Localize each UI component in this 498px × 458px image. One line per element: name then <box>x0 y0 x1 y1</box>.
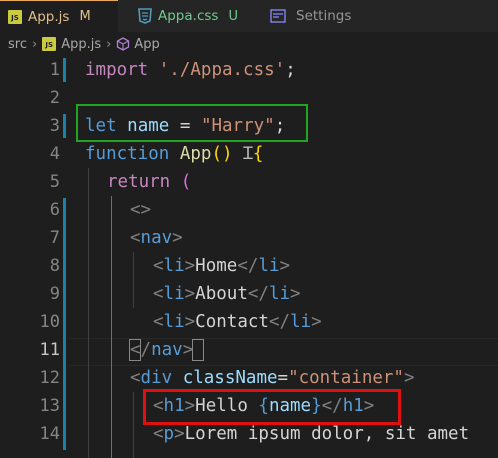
line-number: 8 <box>49 256 60 276</box>
line-number: 14 <box>39 424 60 444</box>
settings-icon <box>270 9 286 23</box>
js-file-icon: JS <box>8 9 22 24</box>
tag-name: p <box>163 424 175 444</box>
css-file-icon <box>138 8 152 24</box>
code-editor[interactable]: 1 import './Appa.css'; 2 3 let name = "H… <box>0 56 498 458</box>
tab-label: App.js <box>28 8 70 25</box>
js-file-icon: JS <box>42 37 57 51</box>
fragment-tag: <> <box>130 200 152 220</box>
code-line: 1 import './Appa.css'; <box>0 56 498 84</box>
component-icon <box>117 37 130 51</box>
code-line: 11 </nav> <box>0 336 498 364</box>
parens: () <box>211 144 233 164</box>
tag-bracket: < <box>153 256 164 276</box>
code-line: 4 function App() Ɪ{ <box>0 140 498 168</box>
tag-bracket: > <box>290 284 301 304</box>
chevron-right-icon: › <box>106 36 112 52</box>
code-line: 8 <li>Home</li> <box>0 252 498 280</box>
annotation-box-red <box>143 389 401 425</box>
line-number: 11 <box>39 340 60 360</box>
breadcrumb-folder[interactable]: src <box>8 37 27 52</box>
jsx-text: Home <box>195 256 238 276</box>
tag-name: nav <box>140 228 173 248</box>
tag-bracket: > <box>174 424 185 444</box>
tag-name: li <box>163 256 185 276</box>
tag-bracket: </ <box>268 312 291 332</box>
line-number: 2 <box>49 88 60 108</box>
function-name: App <box>179 144 212 164</box>
code-line: 5 return ( <box>0 168 498 196</box>
tag-bracket: < <box>130 228 141 248</box>
jsx-text: About <box>195 284 248 304</box>
tag-bracket: < <box>153 312 164 332</box>
operator: = <box>277 368 289 388</box>
line-number: 6 <box>49 200 60 220</box>
line-number: 9 <box>49 284 60 304</box>
tag-bracket: </ <box>130 340 152 360</box>
tab-app-js[interactable]: JS App.js M <box>0 0 118 32</box>
line-number: 1 <box>49 60 60 80</box>
jsx-text: Lorem ipsum dolor, sit amet <box>184 424 470 444</box>
tag-name: li <box>163 312 185 332</box>
tag-bracket: </ <box>247 284 269 304</box>
code-line: 7 <nav> <box>0 224 498 252</box>
breadcrumb-symbol[interactable]: App <box>134 37 159 52</box>
tab-settings[interactable]: Settings <box>262 0 392 32</box>
line-number: 5 <box>49 172 60 192</box>
string: './Appa.css' <box>158 60 286 80</box>
tag-bracket: < <box>153 424 164 444</box>
tag-bracket: > <box>279 256 291 276</box>
tag-bracket: > <box>182 340 194 360</box>
breadcrumb: src › JS App.js › App <box>0 32 498 56</box>
string: "container" <box>288 368 404 388</box>
paren: ( <box>180 172 192 192</box>
tag-name: li <box>163 284 185 304</box>
tag-bracket: > <box>403 368 415 388</box>
tag-name: li <box>258 256 280 276</box>
line-number: 10 <box>39 312 60 332</box>
tag-bracket: > <box>184 256 196 276</box>
line-number: 13 <box>39 396 60 416</box>
modified-badge: M <box>79 9 91 24</box>
code-line: 12 <div className="container"> <box>0 364 498 392</box>
semicolon: ; <box>285 60 296 80</box>
tab-label: Settings <box>296 8 352 24</box>
chevron-right-icon: › <box>31 36 38 52</box>
untracked-badge: U <box>228 8 238 24</box>
keyword: return <box>107 172 171 192</box>
tab-label: Appa.css <box>158 8 219 24</box>
jsx-text: Contact <box>195 312 269 332</box>
text-cursor-icon: Ɪ <box>243 144 253 164</box>
tag-name: div <box>140 368 173 388</box>
code-line: 6 <> <box>0 196 498 224</box>
tag-bracket: < <box>130 368 141 388</box>
tag-bracket: </ <box>237 256 259 276</box>
breadcrumb-file[interactable]: App.js <box>61 37 101 52</box>
tab-bar: JS App.js M Appa.css U Settings <box>0 0 498 32</box>
tag-bracket: > <box>172 228 183 248</box>
line-number: 7 <box>49 228 60 248</box>
line-number: 3 <box>49 116 60 136</box>
tag-bracket: > <box>184 284 196 304</box>
bracket-match-highlight <box>192 339 204 361</box>
code-line: 9 <li>About</li> <box>0 280 498 308</box>
line-number: 4 <box>49 144 60 164</box>
tag-name: nav <box>151 340 183 360</box>
tag-name: li <box>268 284 291 304</box>
tag-name: li <box>290 312 312 332</box>
code-line: 10 <li>Contact</li> <box>0 308 498 336</box>
annotation-box-green <box>76 104 308 142</box>
tag-bracket: > <box>184 312 196 332</box>
tab-appa-css[interactable]: Appa.css U <box>128 0 248 32</box>
brace: { <box>252 144 264 164</box>
attribute-name: className <box>182 368 278 388</box>
tag-bracket: > <box>311 312 322 332</box>
tag-bracket: < <box>153 284 164 304</box>
line-number: 12 <box>39 368 60 388</box>
keyword: function <box>85 144 170 164</box>
keyword: import <box>85 60 149 80</box>
